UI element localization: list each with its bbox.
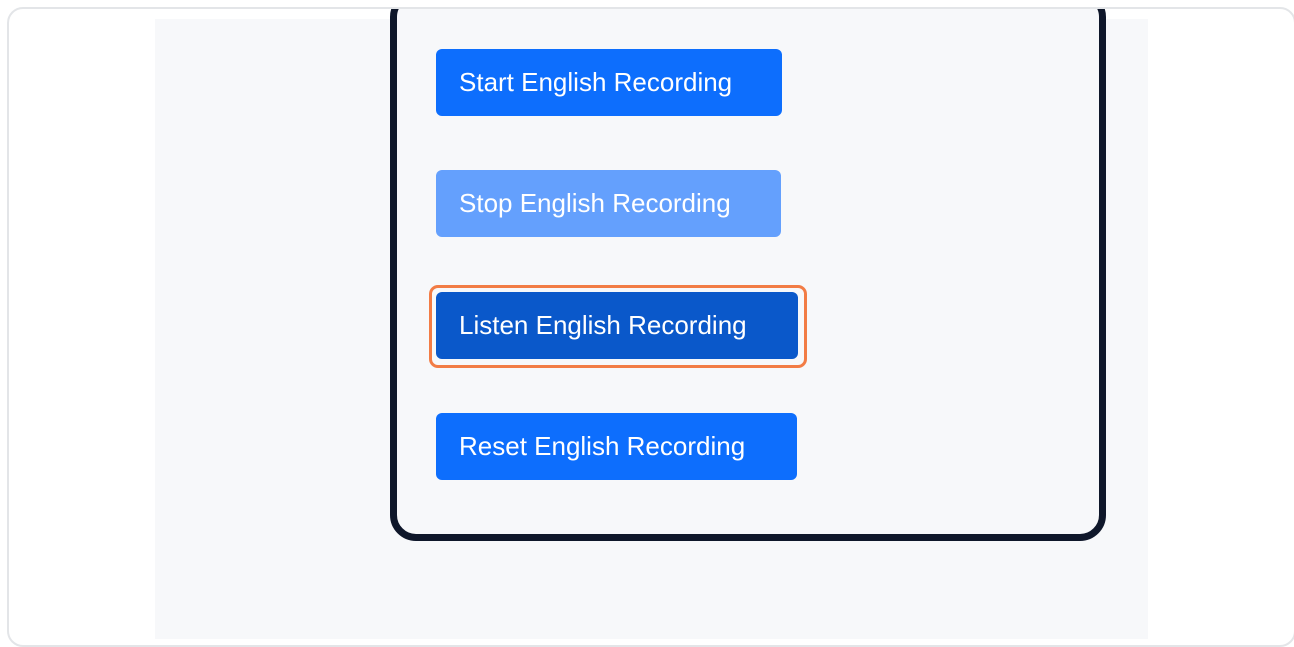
listen-english-recording-button[interactable]: Listen English Recording (436, 292, 798, 359)
stop-english-recording-button[interactable]: Stop English Recording (436, 170, 781, 237)
reset-english-recording-button[interactable]: Reset English Recording (436, 413, 797, 480)
start-english-recording-button[interactable]: Start English Recording (436, 49, 782, 116)
